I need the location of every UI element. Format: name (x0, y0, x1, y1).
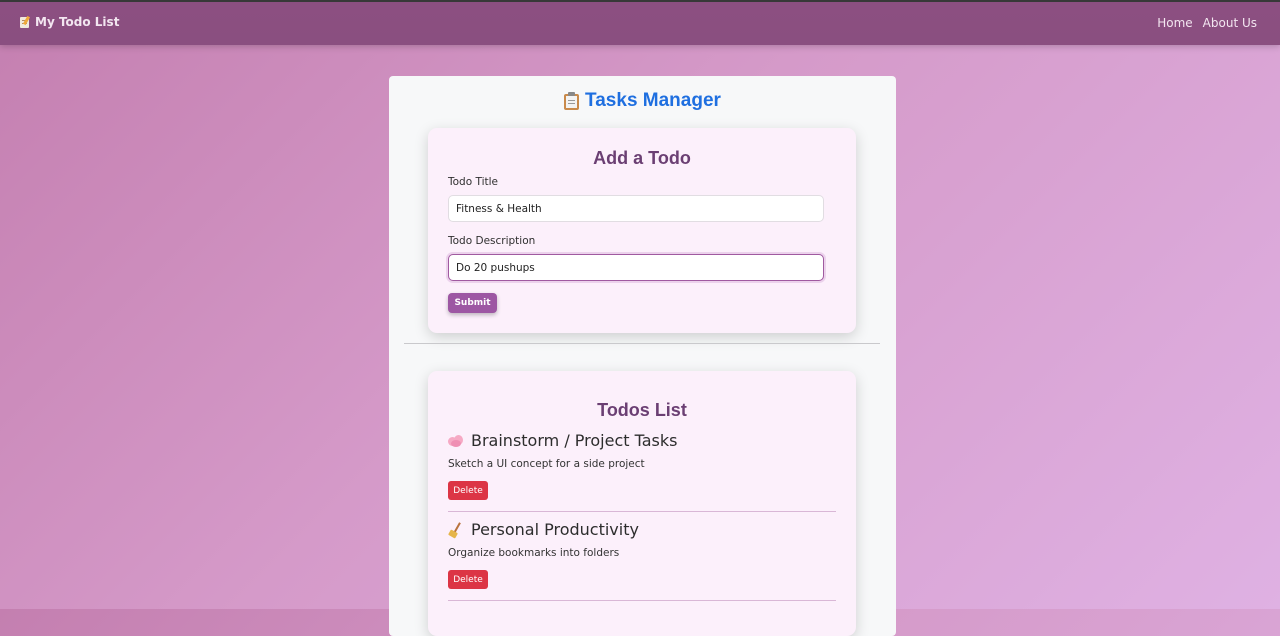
submit-button[interactable]: Submit (448, 293, 497, 313)
navbar: My Todo List Home About Us (0, 2, 1280, 45)
brain-icon (448, 434, 464, 448)
page-title: Tasks Manager (389, 90, 896, 112)
brand-label: My Todo List (35, 15, 120, 29)
clipboard-icon (564, 92, 580, 110)
todo-item-divider (448, 511, 836, 512)
todo-item-title-text: Brainstorm / Project Tasks (471, 431, 678, 450)
add-todo-heading: Add a Todo (593, 148, 691, 168)
nav-link-about-us[interactable]: About Us (1203, 16, 1257, 30)
todo-item-title-text: Personal Productivity (471, 520, 639, 539)
todos-list-heading: Todos List (597, 400, 687, 420)
todo-description-input[interactable] (448, 254, 824, 281)
nav-links: Home About Us (1157, 16, 1257, 30)
section-divider (404, 343, 880, 344)
main-container: Tasks Manager Add a Todo Todo Title Todo… (389, 76, 896, 636)
todo-description-label: Todo Description (448, 235, 536, 247)
todo-item-description: Sketch a UI concept for a side project (448, 458, 645, 470)
todo-item-description: Organize bookmarks into folders (448, 547, 620, 559)
memo-icon (20, 15, 31, 28)
navbar-brand[interactable]: My Todo List (20, 15, 119, 29)
todos-list-card: Todos List Brainstorm / Project Tasks Sk… (428, 371, 856, 636)
todo-item-divider (448, 600, 836, 601)
todo-title-input[interactable] (448, 195, 824, 222)
todo-item-title: Personal Productivity (448, 520, 639, 539)
broom-icon (448, 521, 464, 539)
todo-title-label: Todo Title (448, 176, 498, 188)
page-title-text: Tasks Manager (585, 90, 721, 111)
nav-link-home[interactable]: Home (1157, 16, 1192, 30)
delete-button[interactable]: Delete (448, 481, 488, 500)
todo-item-title: Brainstorm / Project Tasks (448, 431, 677, 450)
add-todo-card: Add a Todo Todo Title Todo Description S… (428, 128, 856, 333)
delete-button[interactable]: Delete (448, 570, 488, 589)
